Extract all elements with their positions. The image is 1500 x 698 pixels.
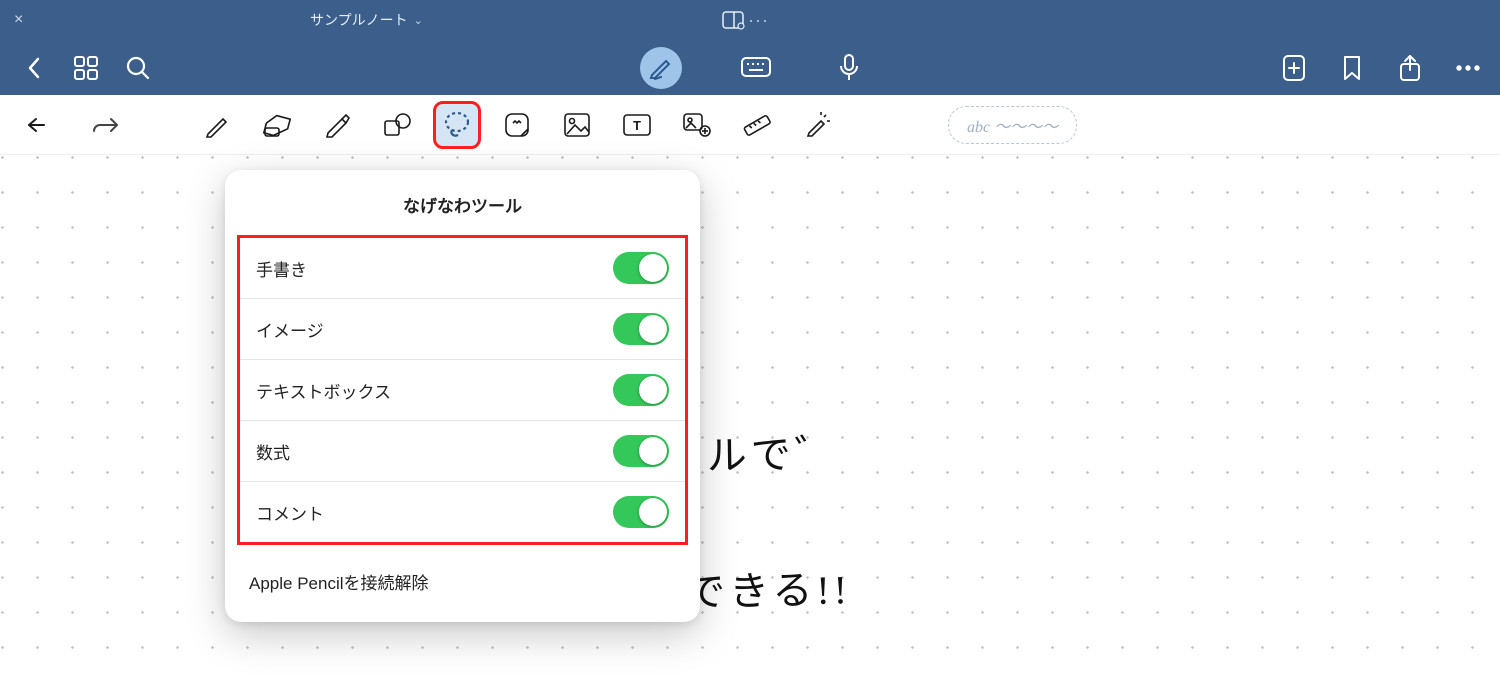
share-button[interactable] — [1394, 52, 1426, 84]
disconnect-pencil-button[interactable]: Apple Pencilを接続解除 — [225, 553, 700, 610]
switch-on-icon[interactable] — [613, 252, 669, 284]
toggle-label: イメージ — [256, 317, 324, 342]
eraser-tool[interactable] — [255, 103, 299, 147]
toggle-comment[interactable]: コメント — [240, 482, 685, 542]
popover-title: なげなわツール — [225, 170, 700, 235]
pen-tool[interactable] — [195, 103, 239, 147]
scribble-text: abc ～～～～ — [967, 119, 1058, 136]
split-view-button[interactable]: ··· — [722, 10, 769, 31]
bookmark-button[interactable] — [1336, 52, 1368, 84]
close-icon[interactable]: × — [14, 11, 23, 29]
pen-mode-button[interactable] — [640, 47, 682, 89]
back-button[interactable] — [18, 52, 50, 84]
ellipsis-icon: ··· — [748, 10, 769, 31]
toggle-label: 手書き — [256, 256, 307, 281]
tool-row: T abc ～～～～ — [0, 95, 1500, 155]
undo-button[interactable] — [18, 103, 62, 147]
text-tool[interactable]: T — [615, 103, 659, 147]
sticker-tool[interactable] — [495, 103, 539, 147]
ruler-tool[interactable] — [735, 103, 779, 147]
document-title-text: サンプルノート — [310, 10, 408, 30]
switch-on-icon[interactable] — [613, 496, 669, 528]
keyboard-button[interactable] — [740, 52, 772, 84]
redo-button[interactable] — [84, 103, 128, 147]
chevron-down-icon: ⌄ — [414, 14, 423, 27]
scribble-indicator[interactable]: abc ～～～～ — [948, 106, 1077, 144]
toggle-label: 数式 — [256, 439, 290, 464]
search-button[interactable] — [122, 52, 154, 84]
toggle-label: コメント — [256, 500, 324, 525]
thumbnails-button[interactable] — [70, 52, 102, 84]
toggle-label: テキストボックス — [256, 378, 391, 403]
switch-on-icon[interactable] — [613, 435, 669, 467]
lasso-popover: なげなわツール 手書き イメージ テキストボックス 数式 コメント Apple … — [225, 170, 700, 622]
more-button[interactable] — [1452, 52, 1484, 84]
elements-tool[interactable] — [675, 103, 719, 147]
highlighter-tool[interactable] — [315, 103, 359, 147]
switch-on-icon[interactable] — [613, 374, 669, 406]
document-title[interactable]: サンプルノート ⌄ — [310, 10, 423, 30]
toggle-handwriting[interactable]: 手書き — [240, 238, 685, 299]
microphone-button[interactable] — [833, 52, 865, 84]
disconnect-label: Apple Pencilを接続解除 — [249, 574, 429, 593]
image-tool[interactable] — [555, 103, 599, 147]
switch-on-icon[interactable] — [613, 313, 669, 345]
navigation-bar — [0, 40, 1500, 95]
shape-tool[interactable] — [375, 103, 419, 147]
toggle-image[interactable]: イメージ — [240, 299, 685, 360]
laser-tool[interactable] — [795, 103, 839, 147]
window-titlebar: × サンプルノート ⌄ ··· — [0, 0, 1500, 40]
toggle-math[interactable]: 数式 — [240, 421, 685, 482]
add-page-button[interactable] — [1278, 52, 1310, 84]
lasso-tool[interactable] — [435, 103, 479, 147]
lasso-toggle-group: 手書き イメージ テキストボックス 数式 コメント — [237, 235, 688, 545]
svg-text:T: T — [633, 118, 641, 133]
toggle-textbox[interactable]: テキストボックス — [240, 360, 685, 421]
